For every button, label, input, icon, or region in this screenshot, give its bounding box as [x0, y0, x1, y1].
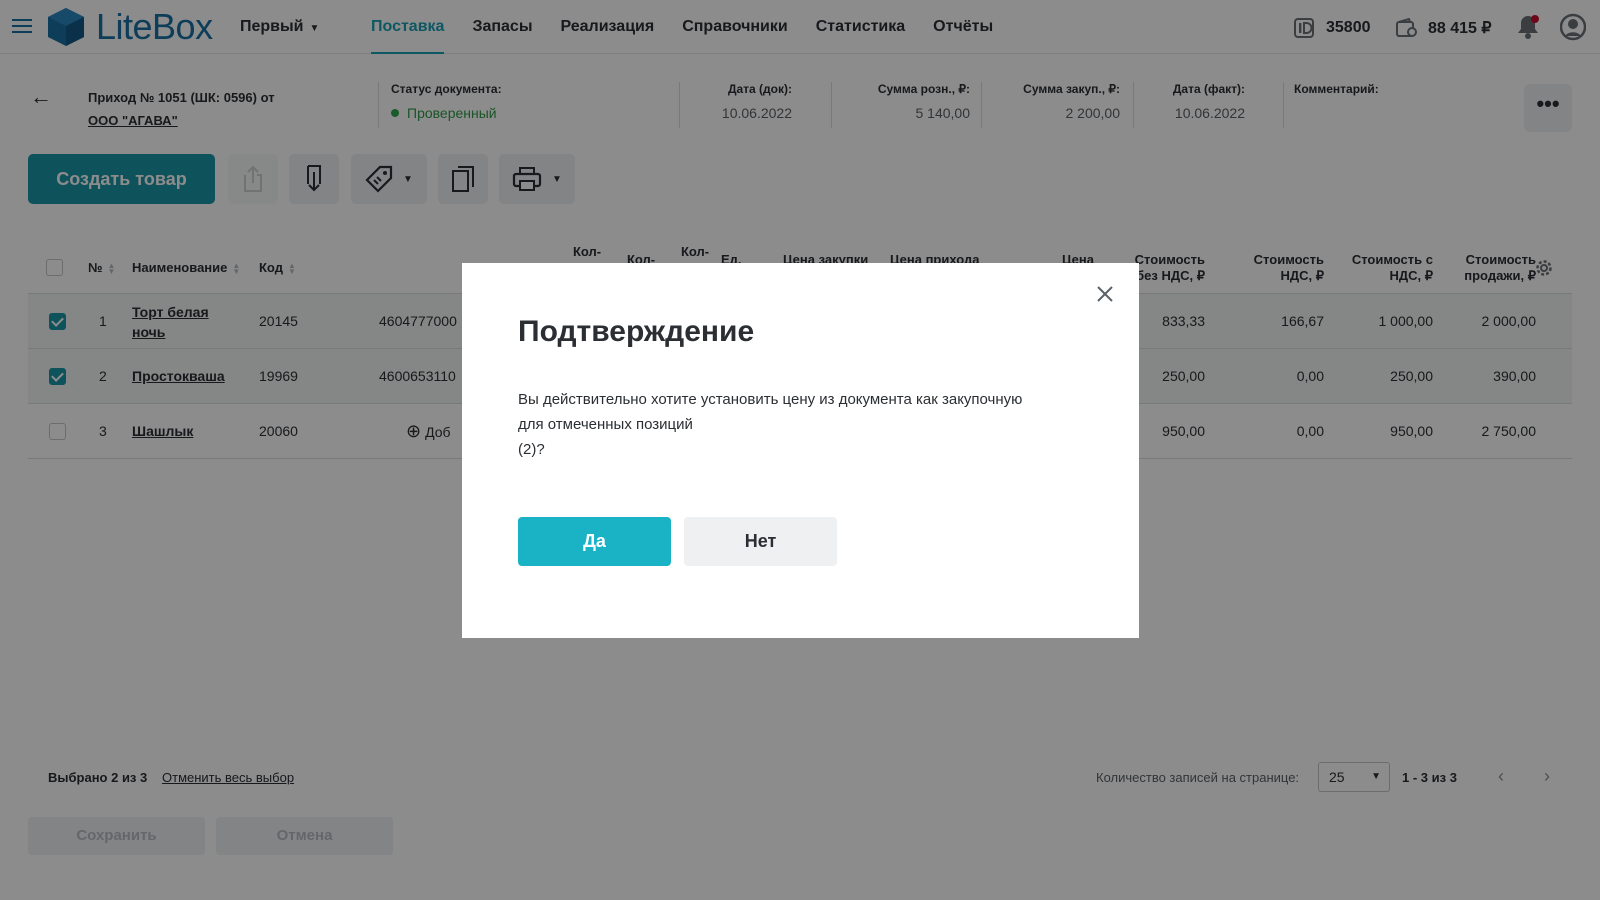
dialog-message-line2: для отмеченных позиций [518, 416, 693, 433]
confirm-yes-button[interactable]: Да [518, 517, 671, 566]
confirmation-dialog: Подтверждение Вы действительно хотите ус… [462, 263, 1139, 638]
close-icon[interactable] [1096, 285, 1114, 303]
confirm-no-button[interactable]: Нет [684, 517, 837, 566]
dialog-title: Подтверждение [518, 315, 755, 348]
dialog-message-line1: Вы действительно хотите установить цену … [518, 391, 1023, 408]
dialog-message-line3: (2)? [518, 441, 545, 458]
dialog-message: Вы действительно хотите установить цену … [518, 387, 1078, 462]
